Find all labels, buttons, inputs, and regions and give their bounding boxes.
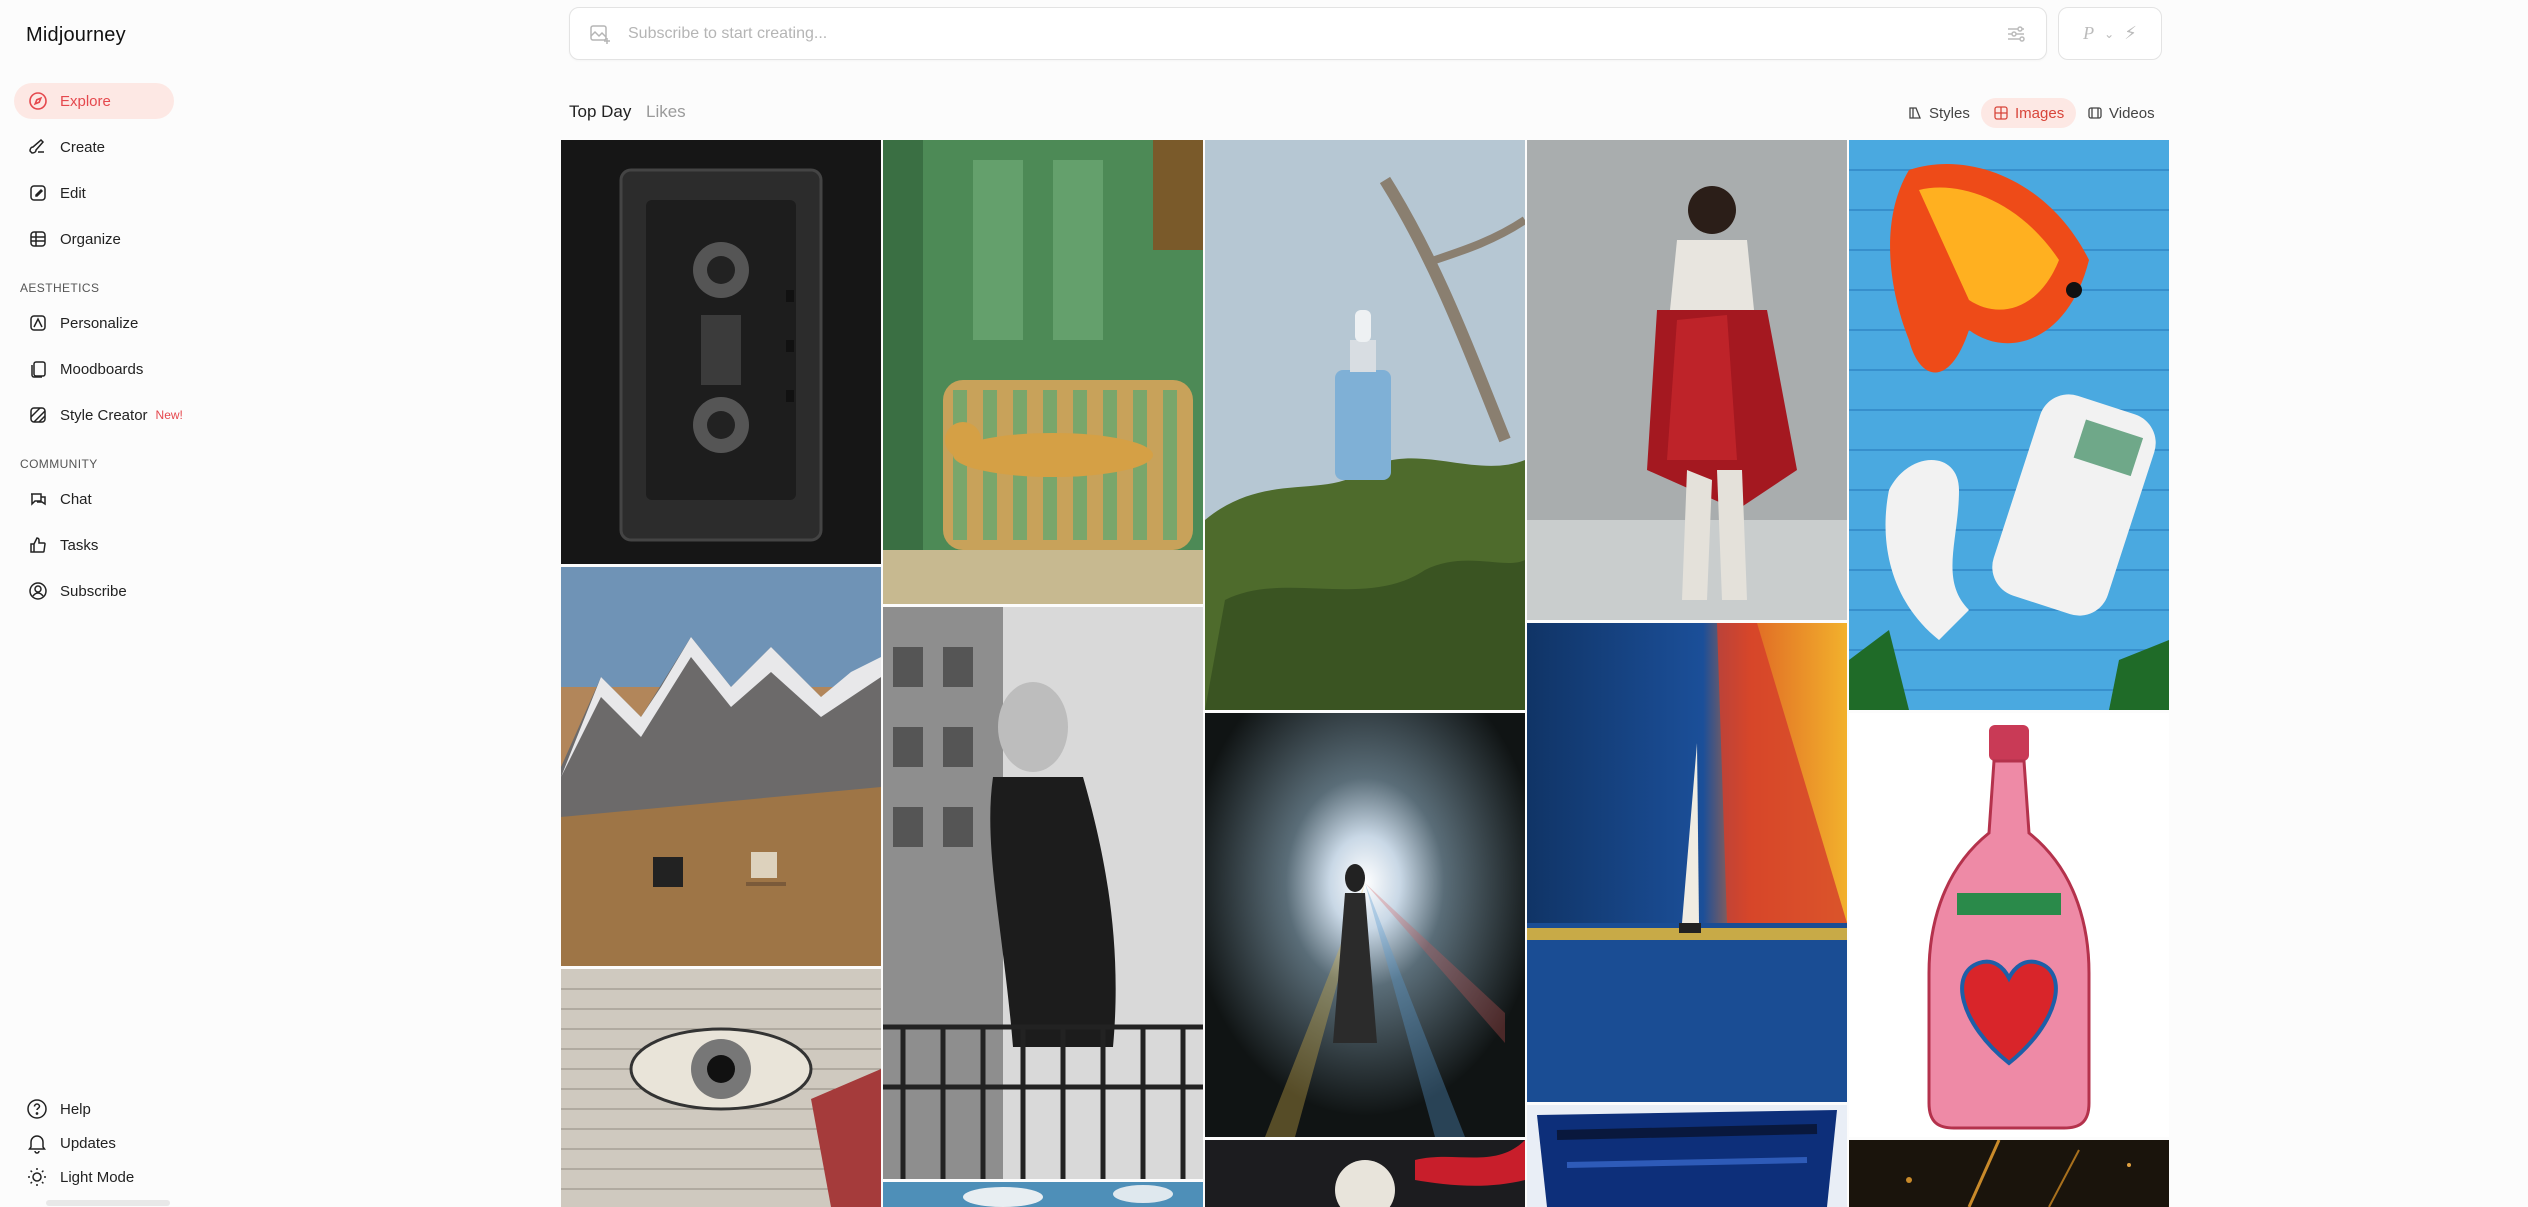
blue-ink-image[interactable] (1527, 1105, 1847, 1207)
app-root: Midjourney Explore Create Edit Organize (0, 0, 2528, 1207)
personalize-toggle[interactable]: P (2083, 23, 2094, 44)
prompt-bar (569, 7, 2047, 60)
tab-likes[interactable]: Likes (646, 102, 686, 122)
tab-images[interactable]: Images (1981, 98, 2077, 128)
chevron-down-icon[interactable]: ⌄ (2104, 27, 2114, 41)
tab-videos[interactable]: Videos (2075, 98, 2167, 128)
sidebar-item-style-creator[interactable]: Style Creator New! (14, 397, 194, 433)
compass-icon (28, 91, 48, 111)
sidebar-item-label: Tasks (60, 536, 99, 554)
app-logo[interactable]: Midjourney (26, 24, 126, 47)
image-add-icon[interactable] (588, 22, 612, 46)
tab-images-label: Images (2015, 104, 2065, 122)
help-label: Help (60, 1100, 91, 1118)
sidebar-item-edit[interactable]: Edit (14, 175, 174, 211)
chat-icon (28, 489, 48, 509)
tab-videos-label: Videos (2109, 104, 2155, 122)
mountain-man-image[interactable] (561, 567, 881, 966)
edit-icon (28, 183, 48, 203)
video-icon (2088, 107, 2102, 119)
sidebar-item-personalize[interactable]: Personalize (14, 305, 174, 341)
settings-sliders-icon[interactable] (2004, 22, 2028, 46)
help-icon (27, 1099, 47, 1119)
palette-icon (1909, 107, 1921, 119)
light-mode-label: Light Mode (60, 1168, 135, 1186)
tab-top-day[interactable]: Top Day (569, 102, 631, 122)
sailboat-sunset-image[interactable] (1527, 623, 1847, 1102)
user-circle-icon (28, 581, 48, 601)
goldfish-telephone-image[interactable] (1849, 140, 2169, 710)
sidebar-item-organize[interactable]: Organize (14, 221, 174, 257)
sidebar-item-subscribe[interactable]: Subscribe (14, 573, 174, 609)
sidebar-item-label: Edit (60, 184, 86, 202)
blue-sky-image[interactable] (883, 1182, 1203, 1207)
help-button[interactable]: Help (26, 1095, 91, 1123)
sidebar-item-label: Personalize (60, 314, 139, 332)
light-figure-image[interactable] (1205, 713, 1525, 1137)
sidebar-item-label: Explore (60, 92, 111, 110)
sidebar-item-label: Subscribe (60, 582, 127, 600)
sidebar-item-tasks[interactable]: Tasks (14, 527, 174, 563)
sidebar-item-label: Organize (60, 230, 121, 248)
sidebar-item-moodboards[interactable]: Moodboards (14, 351, 174, 387)
aesthetics-section-label: AESTHETICS (20, 281, 100, 295)
personalize-icon (28, 313, 48, 333)
brush-icon (28, 137, 48, 157)
moodboards-icon (28, 359, 48, 379)
bell-icon (28, 1135, 46, 1154)
tab-styles-label: Styles (1929, 104, 1970, 122)
dark-sparks-image[interactable] (1849, 1140, 2169, 1207)
light-mode-button[interactable]: Light Mode (26, 1163, 134, 1191)
thumbs-up-icon (28, 535, 48, 555)
prompt-input[interactable] (628, 24, 2004, 43)
sidebar-item-chat[interactable]: Chat (14, 481, 174, 517)
cassette-tape-image[interactable] (561, 140, 881, 564)
champagne-heart-image[interactable] (1849, 713, 2169, 1137)
sidebar-item-explore[interactable]: Explore (14, 83, 174, 119)
sidebar-item-create[interactable]: Create (14, 129, 174, 165)
sidebar: Midjourney Explore Create Edit Organize (0, 0, 190, 1207)
grid-icon (28, 229, 48, 249)
woman-balcony-image[interactable] (883, 607, 1203, 1179)
sidebar-item-label: Style Creator (60, 406, 148, 424)
serum-bottle-image[interactable] (1205, 140, 1525, 710)
community-section-label: COMMUNITY (20, 457, 98, 471)
new-badge: New! (155, 408, 183, 422)
mode-bar: P ⌄ ⚡︎ (2058, 7, 2162, 60)
moon-red-image[interactable] (1205, 1140, 1525, 1207)
cheetah-sofa-image[interactable] (883, 140, 1203, 604)
engraved-eye-image[interactable] (561, 969, 881, 1207)
bolt-icon[interactable]: ⚡︎ (2124, 23, 2137, 44)
red-bag-image[interactable] (1527, 140, 1847, 620)
sun-icon (28, 1168, 46, 1186)
sidebar-item-label: Moodboards (60, 360, 144, 378)
sidebar-item-label: Create (60, 138, 106, 156)
style-creator-icon (28, 405, 48, 425)
images-icon (1994, 106, 2008, 120)
sidebar-scrollbar[interactable] (46, 1200, 170, 1206)
updates-label: Updates (60, 1134, 116, 1152)
tab-styles[interactable]: Styles (1895, 98, 1982, 128)
sidebar-item-label: Chat (60, 490, 92, 508)
updates-button[interactable]: Updates (26, 1129, 116, 1157)
